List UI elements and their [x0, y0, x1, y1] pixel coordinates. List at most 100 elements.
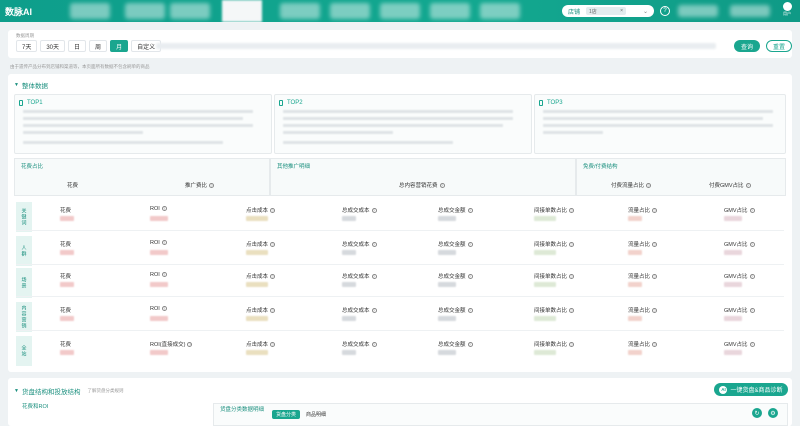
info-icon[interactable]: ?	[749, 274, 755, 280]
info-icon[interactable]: ?	[467, 242, 473, 248]
metric-label: 总成交成本?	[342, 240, 377, 248]
nav-tab-6[interactable]	[380, 3, 420, 19]
info-icon[interactable]: ?	[569, 308, 575, 314]
info-icon[interactable]: ?	[161, 206, 167, 212]
period-month-button[interactable]: 月	[110, 40, 129, 52]
metric-label: 总成交金额?	[438, 272, 473, 280]
structure-title-text: 货盘结构和投放结构	[21, 389, 81, 396]
header-shop-info	[730, 5, 770, 17]
nav-tab-3[interactable]	[170, 3, 210, 19]
info-icon[interactable]: ?	[569, 208, 575, 214]
chip-close-icon[interactable]: ×	[620, 8, 623, 14]
info-icon[interactable]: ?	[371, 208, 377, 214]
info-icon[interactable]: ?	[467, 274, 473, 280]
store-selector[interactable]: 店铺 1店 × ⌄	[562, 5, 654, 17]
nav-tab-8[interactable]	[480, 3, 520, 19]
info-icon[interactable]: ?	[371, 308, 377, 314]
info-icon[interactable]: ?	[209, 183, 215, 189]
row-divider	[16, 230, 784, 231]
paid-gmv-label: 付费GMV占比	[709, 183, 744, 189]
info-icon[interactable]: ?	[569, 342, 575, 348]
nav-tab-4[interactable]	[280, 3, 320, 19]
metric-label-text: 点击成本	[246, 242, 269, 248]
settings-icon[interactable]: ⚙	[768, 408, 778, 418]
tab-category[interactable]: 货盘分类	[272, 410, 301, 419]
structure-title[interactable]: ▼ 货盘结构和投放结构 了解货盘分类规则	[14, 386, 123, 396]
metric-label: 流量占比?	[628, 272, 658, 280]
info-icon[interactable]: ?	[371, 242, 377, 248]
period-week-button[interactable]: 周	[89, 40, 108, 52]
info-icon[interactable]: ?	[270, 242, 276, 248]
info-icon[interactable]: ?	[187, 342, 193, 348]
metric-value	[534, 350, 556, 355]
info-icon[interactable]: ?	[270, 308, 276, 314]
metric-label: 间接单数占比?	[534, 306, 575, 314]
metric-label-text: 间接单数占比	[534, 342, 568, 348]
promo-ratio-metric-label: 推广费比	[185, 183, 208, 189]
metric-label-text: GMV占比	[724, 342, 748, 348]
nav-tab-2[interactable]	[125, 3, 165, 19]
info-icon[interactable]: ?	[652, 208, 658, 214]
row-label: 场景	[16, 268, 32, 298]
period-30d-button[interactable]: 30天	[40, 40, 66, 52]
metric-value	[60, 282, 74, 287]
nav-tab-active[interactable]	[222, 0, 262, 22]
user-avatar[interactable]: 用户	[780, 2, 794, 17]
store-chip-label: 1店	[589, 8, 597, 15]
info-icon[interactable]: ?	[161, 306, 167, 312]
chevron-down-icon[interactable]: ⌄	[643, 8, 648, 15]
filter-condition-values[interactable]	[156, 43, 716, 49]
metric-label: 花费	[60, 240, 71, 248]
info-icon[interactable]: ?	[646, 183, 652, 189]
metric-label-text: 间接单数占比	[534, 274, 568, 280]
nav-tab-7[interactable]	[430, 3, 470, 19]
help-icon[interactable]: ?	[660, 6, 670, 16]
ai-diagnosis-button[interactable]: AI 一键货盘&商品诊断	[714, 383, 788, 396]
info-icon[interactable]: ?	[270, 274, 276, 280]
nav-tab-5[interactable]	[330, 3, 370, 19]
info-icon[interactable]: ?	[749, 342, 755, 348]
reset-button[interactable]: 重置	[766, 40, 792, 52]
info-icon[interactable]: ?	[270, 342, 276, 348]
info-icon[interactable]: ?	[161, 272, 167, 278]
info-icon[interactable]: ?	[749, 242, 755, 248]
info-icon[interactable]: ?	[371, 342, 377, 348]
metric-label-text: 总成交成本	[342, 342, 370, 348]
collapse-caret-icon[interactable]: ▼	[14, 82, 19, 88]
info-icon[interactable]: ?	[467, 208, 473, 214]
metric-label-text: 总成交金额	[438, 342, 466, 348]
info-icon[interactable]: ?	[371, 274, 377, 280]
info-icon[interactable]: ?	[467, 342, 473, 348]
query-button[interactable]: 查询	[734, 40, 760, 52]
collapse-caret-icon[interactable]: ▼	[14, 388, 19, 394]
nav-tab-1[interactable]	[70, 3, 110, 19]
info-icon[interactable]: ?	[652, 342, 658, 348]
info-icon[interactable]: ?	[439, 183, 445, 189]
store-chip[interactable]: 1店 ×	[586, 7, 627, 15]
metric-value	[724, 250, 742, 255]
metric-value	[150, 250, 168, 255]
info-icon[interactable]: ?	[745, 183, 751, 189]
info-icon[interactable]: ?	[569, 274, 575, 280]
info-icon[interactable]: ?	[652, 274, 658, 280]
info-icon[interactable]: ?	[270, 208, 276, 214]
top2-text-line	[283, 131, 393, 134]
metric-label: 点击成本?	[246, 306, 276, 314]
tab-product-detail[interactable]: 商品明细	[302, 410, 330, 419]
info-icon[interactable]: ?	[749, 308, 755, 314]
overview-title[interactable]: ▼ 整体数据	[14, 80, 48, 90]
info-icon[interactable]: ?	[652, 242, 658, 248]
period-7d-button[interactable]: 7天	[16, 40, 38, 52]
classification-rule-link[interactable]: 了解货盘分类规则	[87, 388, 123, 394]
metric-value	[342, 282, 356, 287]
top3-text-line	[543, 110, 773, 113]
refresh-icon[interactable]: ↻	[752, 408, 762, 418]
overview-panel: ▼ 整体数据 TOP1 TOP2 TOP3 花费占比 花费 推广费比? 其他推广…	[8, 74, 792, 372]
metric-label-text: 间接单数占比	[534, 308, 568, 314]
info-icon[interactable]: ?	[467, 308, 473, 314]
period-day-button[interactable]: 日	[68, 40, 87, 52]
info-icon[interactable]: ?	[749, 208, 755, 214]
info-icon[interactable]: ?	[652, 308, 658, 314]
info-icon[interactable]: ?	[569, 242, 575, 248]
info-icon[interactable]: ?	[161, 240, 167, 246]
